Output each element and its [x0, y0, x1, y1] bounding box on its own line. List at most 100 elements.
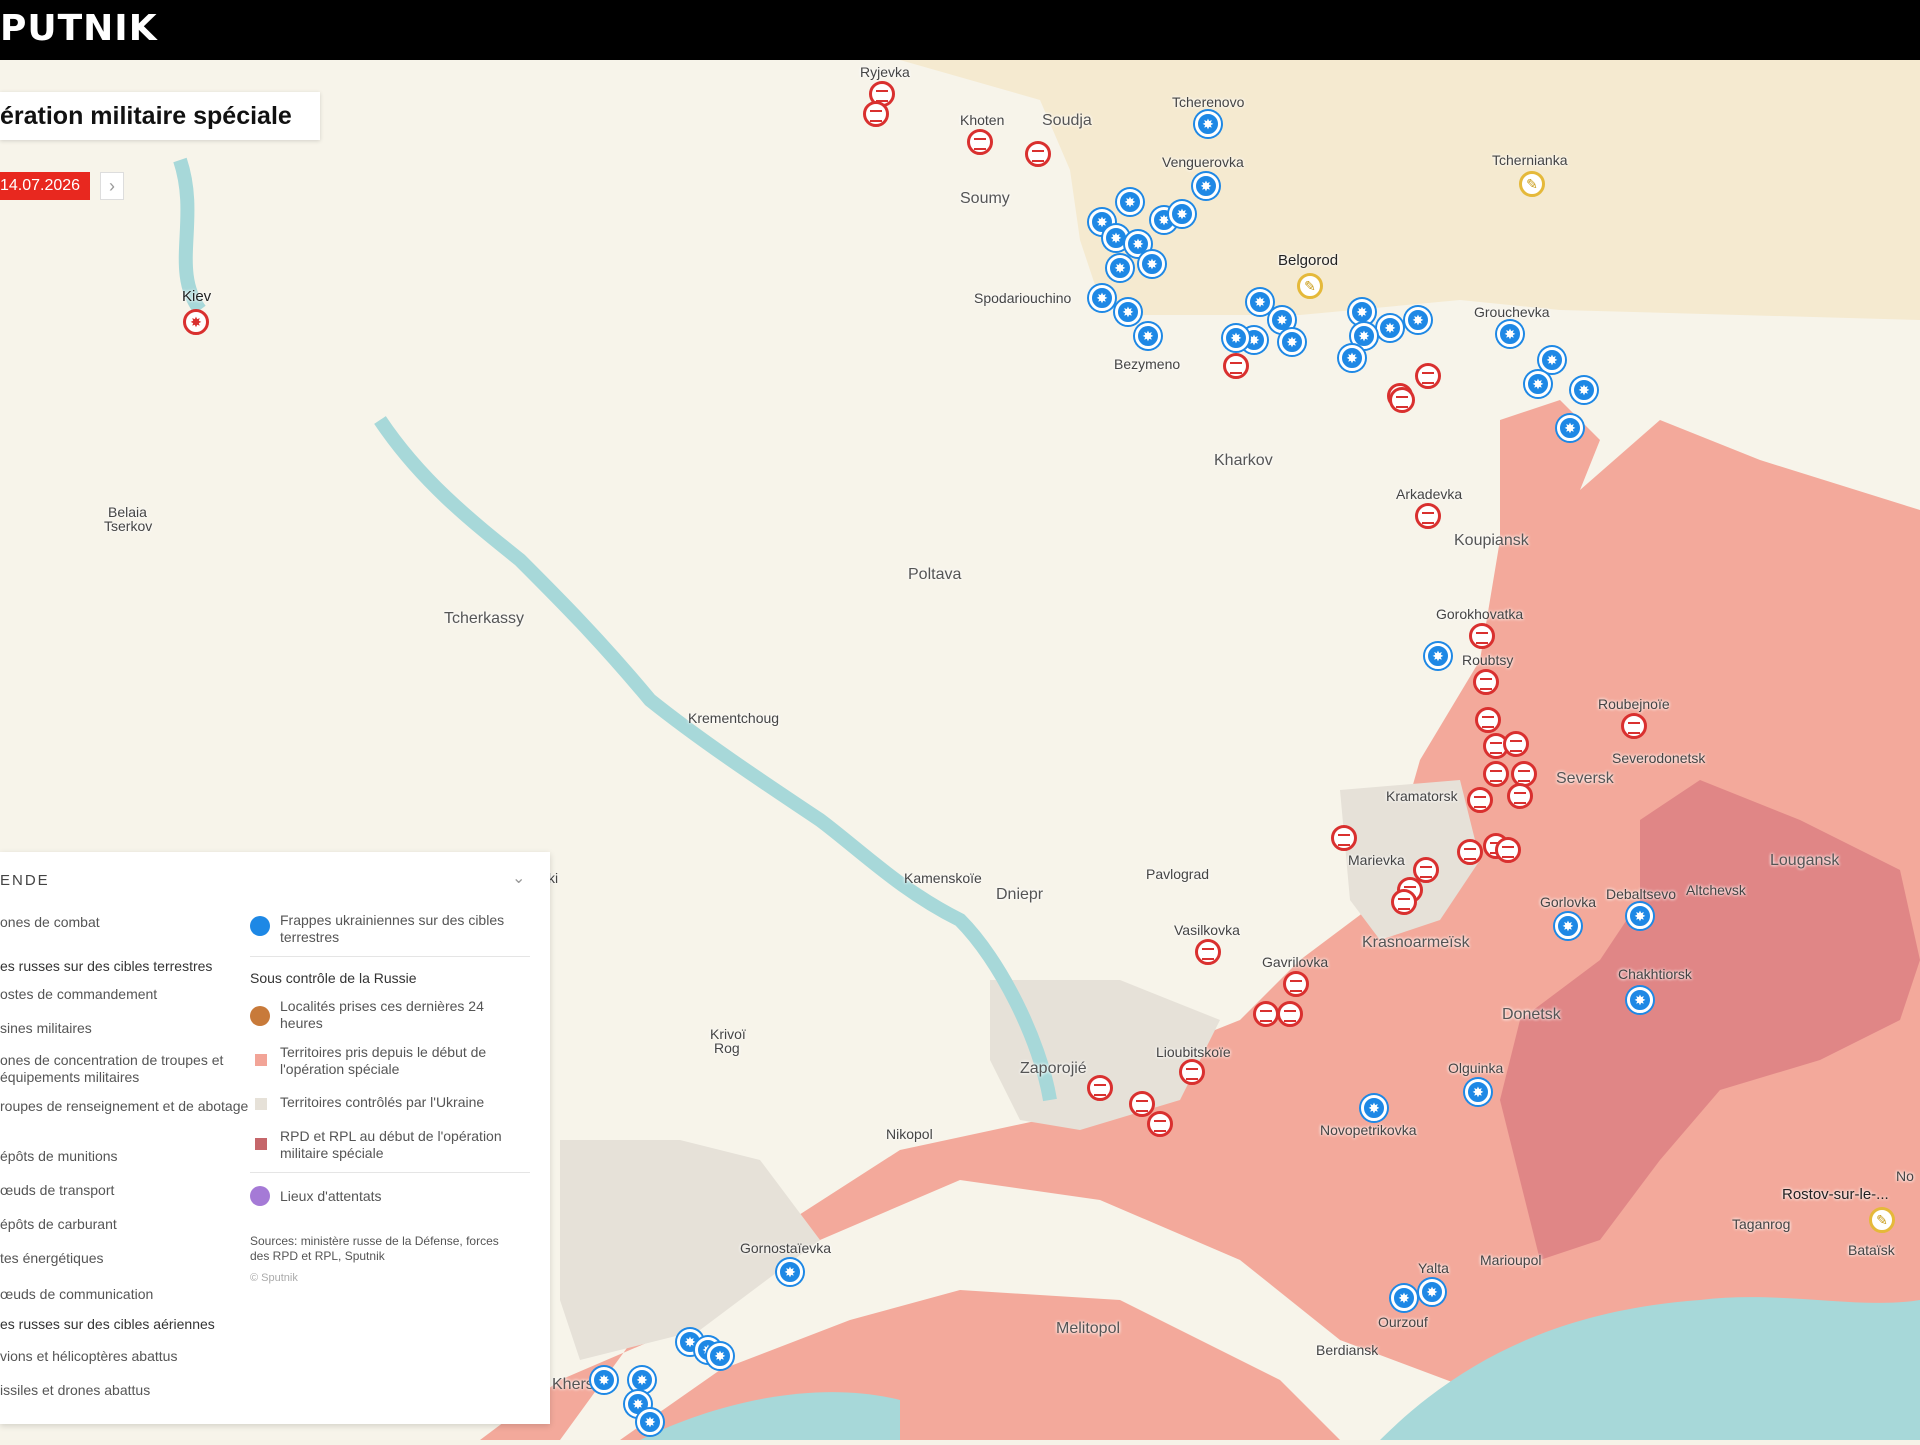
place-label: Ryjevka [860, 64, 910, 80]
russian-strike-icon[interactable] [863, 101, 889, 127]
ukrainian-strike-icon[interactable] [591, 1367, 617, 1393]
russian-strike-icon[interactable] [1483, 761, 1509, 787]
ukrainian-strike-icon[interactable] [1557, 415, 1583, 441]
place-label: Spodariouchino [974, 290, 1072, 306]
ukrainian-strike-icon[interactable] [1117, 189, 1143, 215]
ukrainian-strike-icon[interactable] [1361, 1095, 1387, 1121]
place-label: Venguerovka [1162, 154, 1244, 170]
place-label: Gorlovka [1540, 894, 1597, 910]
russian-strike-icon[interactable] [1467, 787, 1493, 813]
place-label: Gorokhovatka [1436, 606, 1524, 622]
legend-section: Sous contrôle de la Russie [250, 970, 417, 986]
place-label: Donetsk [1502, 1006, 1561, 1023]
ukrainian-strike-icon[interactable] [777, 1259, 803, 1285]
attack-location-icon[interactable] [1869, 1207, 1895, 1233]
russian-strike-icon[interactable] [1331, 825, 1357, 851]
legend-item: Lieux d'attentats [280, 1188, 382, 1204]
ukrainian-strike-icon[interactable] [1405, 307, 1431, 333]
ukrainian-strike-icon[interactable] [1247, 289, 1273, 315]
russian-strike-icon[interactable] [1457, 839, 1483, 865]
russian-strike-icon[interactable] [1147, 1111, 1173, 1137]
legend-item: Localités prises ces dernières 24 heures [280, 998, 484, 1031]
russian-strike-icon[interactable] [1283, 971, 1309, 997]
legend-item: œuds de transport [0, 1182, 115, 1198]
legend-item: ones de combat [0, 914, 100, 930]
russian-strike-icon[interactable] [1503, 731, 1529, 757]
ukrainian-strike-icon[interactable] [1135, 323, 1161, 349]
russian-strike-icon[interactable] [1621, 713, 1647, 739]
ukrainian-strike-icon[interactable] [1497, 321, 1523, 347]
place-label: Krasnoarmeïsk [1362, 934, 1470, 951]
russian-strike-icon[interactable] [1507, 783, 1533, 809]
place-label: Rostov-sur-le-... [1782, 1186, 1889, 1203]
russian-strike-icon[interactable] [1195, 939, 1221, 965]
place-label: Tserkov [104, 518, 153, 534]
russian-strike-icon[interactable] [1179, 1059, 1205, 1085]
attack-location-icon[interactable] [1519, 171, 1545, 197]
ukrainian-strike-icon[interactable] [1555, 913, 1581, 939]
ukrainian-strike-icon[interactable] [1391, 1285, 1417, 1311]
next-date-button[interactable]: › [100, 172, 124, 200]
ukrainian-strike-icon[interactable] [1195, 111, 1221, 137]
ukrainian-strike-icon[interactable] [1525, 371, 1551, 397]
place-label: Olguinka [1448, 1060, 1504, 1076]
russian-strike-icon[interactable] [1253, 1001, 1279, 1027]
place-label: Debaltsevo [1606, 886, 1677, 902]
ukrainian-strike-icon[interactable] [1627, 903, 1653, 929]
russian-strike-icon[interactable] [1473, 669, 1499, 695]
place-label: Dniepr [996, 886, 1044, 903]
ukrainian-strike-icon[interactable] [1169, 201, 1195, 227]
place-label: Roubejnoïe [1598, 696, 1670, 712]
russian-strike-icon[interactable] [967, 129, 993, 155]
place-label: Gornostaïevka [740, 1240, 832, 1256]
place-label: Zaporojié [1020, 1060, 1087, 1077]
place-label: Kamenskoïe [904, 870, 982, 886]
russian-strike-icon[interactable] [1223, 353, 1249, 379]
place-label: Marioupol [1480, 1252, 1542, 1268]
russian-strike-icon[interactable] [1495, 837, 1521, 863]
place-label: Lioubitskoïe [1156, 1044, 1231, 1060]
attack-icon [250, 1186, 270, 1206]
russian-strike-icon[interactable] [1277, 1001, 1303, 1027]
ukrainian-strike-icon[interactable] [1139, 251, 1165, 277]
legend-panel: ENDE ⌄ ones de combat es russes sur des … [0, 852, 550, 1424]
ukrainian-strike-icon[interactable] [1107, 255, 1133, 281]
ukrainian-strike-icon[interactable] [707, 1343, 733, 1369]
russian-strike-icon[interactable] [1025, 141, 1051, 167]
ukrainian-strike-icon[interactable] [637, 1409, 663, 1435]
ukrainian-strike-icon[interactable] [1223, 325, 1249, 351]
russian-strike-kiev-icon[interactable] [183, 309, 209, 335]
chevron-down-icon[interactable]: ⌄ [512, 868, 525, 888]
russian-strike-icon[interactable] [1415, 503, 1441, 529]
legend-item: épôts de munitions [0, 1148, 118, 1164]
ukrainian-strike-icon[interactable] [1089, 285, 1115, 311]
ukrainian-strike-icon[interactable] [1627, 987, 1653, 1013]
russian-strike-icon[interactable] [1087, 1075, 1113, 1101]
ukrainian-strike-icon[interactable] [1465, 1079, 1491, 1105]
place-label: Yalta [1418, 1260, 1449, 1276]
ukrainian-strike-icon[interactable] [1377, 315, 1403, 341]
sputnik-logo[interactable]: PUTNIK [0, 8, 158, 49]
ukrainian-strike-icon[interactable] [1193, 173, 1219, 199]
ukrainian-strike-icon[interactable] [1279, 329, 1305, 355]
ukrainian-strike-icon[interactable] [1539, 347, 1565, 373]
ukrainian-strike-icon[interactable] [1425, 643, 1451, 669]
ukrainian-strike-icon[interactable] [629, 1367, 655, 1393]
ukrainian-strike-icon[interactable] [1115, 299, 1141, 325]
ukrainian-strike-icon[interactable] [1339, 345, 1365, 371]
ukrainian-strike-icon[interactable] [1349, 299, 1375, 325]
date-selector[interactable]: 14.07.2026 [0, 172, 91, 200]
legend-sources: Sources: ministère russe de la Défense, … [250, 1234, 499, 1263]
legend-item: ostes de commandement [0, 986, 158, 1002]
ukrainian-strike-icon[interactable] [1571, 377, 1597, 403]
legend-section: es russes sur des cibles terrestres [0, 958, 213, 974]
russian-strike-icon[interactable] [1475, 707, 1501, 733]
russian-strike-icon[interactable] [1389, 387, 1415, 413]
russian-strike-icon[interactable] [1415, 363, 1441, 389]
place-label: No [1896, 1168, 1914, 1184]
legend-item: roupes de renseignement et de abotage [0, 1098, 249, 1114]
ukrainian-strike-icon[interactable] [1419, 1279, 1445, 1305]
russian-strike-icon[interactable] [1391, 889, 1417, 915]
attack-location-icon[interactable] [1297, 273, 1323, 299]
russian-strike-icon[interactable] [1469, 623, 1495, 649]
